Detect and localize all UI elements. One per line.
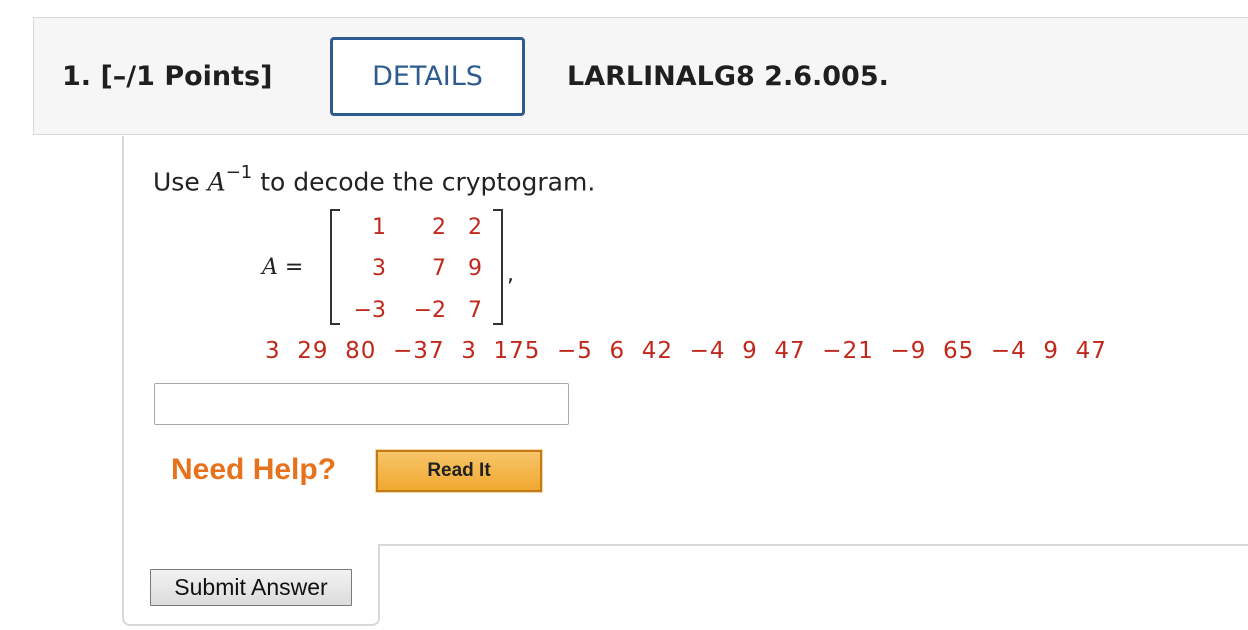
details-button[interactable]: DETAILS bbox=[330, 37, 525, 116]
submit-answer-button[interactable]: Submit Answer bbox=[150, 569, 352, 606]
answer-input[interactable] bbox=[154, 383, 569, 425]
matrix-right-bracket bbox=[493, 209, 503, 325]
matrix-cell-r2c2: 7 bbox=[432, 256, 446, 281]
matrix-equals: = bbox=[277, 255, 304, 280]
matrix-label: A = bbox=[262, 255, 303, 280]
matrix-cell-r3c2: −2 bbox=[413, 298, 446, 323]
matrix-cell-r1c1: 1 bbox=[372, 215, 386, 240]
matrix-cell-r1c2: 2 bbox=[432, 215, 446, 240]
panel-divider-line bbox=[378, 544, 1248, 546]
matrix-left-bracket bbox=[330, 209, 340, 325]
need-help-label: Need Help? bbox=[171, 453, 337, 486]
matrix-cell-r2c1: 3 bbox=[372, 256, 386, 281]
problem-id: LARLINALG8 2.6.005. bbox=[567, 61, 889, 92]
matrix-comma: , bbox=[507, 262, 514, 287]
matrix-cell-r2c3: 9 bbox=[468, 256, 482, 281]
matrix-cell-r3c3: 7 bbox=[468, 298, 482, 323]
question-body-panel bbox=[122, 136, 380, 626]
question-prompt: Use A−1 to decode the cryptogram. bbox=[153, 160, 595, 198]
cryptogram-values: 3 29 80 −37 3 175 −5 6 42 −4 9 47 −21 −9… bbox=[265, 338, 1107, 364]
prompt-prefix: Use bbox=[153, 167, 208, 197]
prompt-variable: A bbox=[207, 167, 226, 197]
matrix-name: A bbox=[262, 255, 278, 280]
question-number: 1. bbox=[62, 61, 92, 92]
prompt-exponent: −1 bbox=[225, 162, 253, 183]
matrix-cell-r3c1: −3 bbox=[353, 298, 386, 323]
question-heading: 1. [–/1 Points] bbox=[62, 60, 272, 94]
question-points: [–/1 Points] bbox=[100, 61, 273, 92]
matrix-cell-r1c3: 2 bbox=[468, 215, 482, 240]
read-it-button[interactable]: Read It bbox=[375, 449, 543, 493]
prompt-suffix: to decode the cryptogram. bbox=[252, 167, 596, 197]
